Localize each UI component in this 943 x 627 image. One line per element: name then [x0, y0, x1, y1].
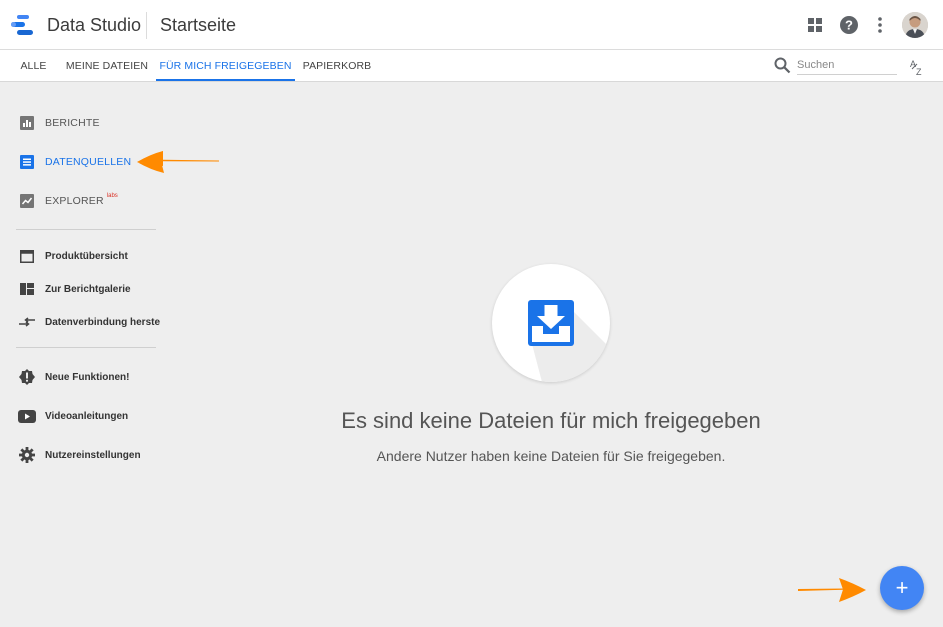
empty-state-title: Es sind keine Dateien für mich freigegeb…	[341, 408, 761, 433]
sidebar-item-datenverbindung[interactable]: Datenverbindung herste	[18, 312, 160, 332]
sidebar-item-explorer[interactable]: EXPLORER labs	[18, 191, 118, 211]
bar-chart-icon	[18, 114, 36, 132]
sidebar-item-label: Zur Berichtgalerie	[45, 283, 131, 295]
tab-bar: ALLE MEINE DATEIEN FÜR MICH FREIGEGEBEN …	[0, 50, 943, 82]
sidebar-item-videoanleitungen[interactable]: Videoanleitungen	[18, 406, 128, 426]
sidebar-item-label: Nutzereinstellungen	[45, 449, 141, 461]
title-divider	[146, 12, 147, 39]
sidebar-item-label: DATENQUELLEN	[45, 156, 132, 168]
sidebar-item-label: Videoanleitungen	[45, 410, 129, 422]
sidebar-item-label: BERICHTE	[45, 117, 100, 129]
tab-papierkorb[interactable]: PAPIERKORB	[300, 50, 374, 82]
search-icon[interactable]	[774, 57, 791, 74]
tab-fuer-mich-freigegeben[interactable]: FÜR MICH FREIGEGEBEN	[156, 50, 295, 82]
sidebar-divider	[16, 229, 156, 230]
svg-text:?: ?	[845, 18, 853, 33]
empty-state-subtitle: Andere Nutzer haben keine Dateien für Si…	[376, 448, 726, 464]
sidebar-item-nutzereinstellungen[interactable]: Nutzereinstellungen	[18, 445, 141, 465]
sidebar-item-datenquellen[interactable]: DATENQUELLEN	[18, 152, 131, 172]
youtube-icon	[18, 407, 36, 425]
empty-state-illustration	[492, 264, 610, 382]
annotation-arrow-icon	[137, 151, 219, 173]
sidebar-item-label: Neue Funktionen!	[45, 371, 130, 383]
app-bar: Data Studio Startseite ?	[0, 0, 943, 50]
page-title: Startseite	[160, 15, 237, 35]
create-new-button[interactable]: +	[880, 566, 924, 610]
alert-badge-icon	[18, 368, 36, 386]
sidebar-item-label: Datenverbindung herste	[45, 316, 161, 328]
sidebar-item-label: Produktübersicht	[45, 250, 128, 262]
active-tab-indicator	[156, 79, 295, 81]
app-name[interactable]: Data Studio	[47, 15, 141, 36]
data-studio-logo-icon[interactable]	[11, 13, 35, 37]
explore-chart-icon	[18, 192, 36, 210]
sidebar-item-neue-funktionen[interactable]: Neue Funktionen!	[18, 367, 129, 387]
sidebar-item-produktuebersicht[interactable]: Produktübersicht	[18, 246, 128, 266]
dashboard-icon	[18, 280, 36, 298]
list-icon	[18, 153, 36, 171]
tab-alle[interactable]: ALLE	[10, 50, 57, 82]
sidebar-item-label: EXPLORER	[45, 195, 104, 207]
annotation-arrow-icon	[798, 578, 866, 602]
window-icon	[18, 247, 36, 265]
sidebar-divider	[16, 347, 156, 348]
apps-grid-icon[interactable]	[803, 13, 827, 37]
sidebar-item-berichte[interactable]: BERICHTE	[18, 113, 100, 133]
tab-meine-dateien[interactable]: MEINE DATEIEN	[62, 50, 152, 82]
sidebar-item-berichtgalerie[interactable]: Zur Berichtgalerie	[18, 279, 131, 299]
avatar[interactable]	[902, 12, 928, 38]
inbox-download-icon	[528, 300, 610, 382]
more-vert-icon[interactable]	[868, 13, 892, 37]
help-icon[interactable]: ?	[837, 13, 861, 37]
search-input[interactable]	[797, 57, 897, 75]
svg-text:Z: Z	[916, 67, 922, 76]
sort-az-icon[interactable]: A Z	[909, 58, 927, 76]
gear-icon	[18, 446, 36, 464]
labs-badge: labs	[106, 193, 118, 199]
connect-arrows-icon	[18, 313, 36, 331]
